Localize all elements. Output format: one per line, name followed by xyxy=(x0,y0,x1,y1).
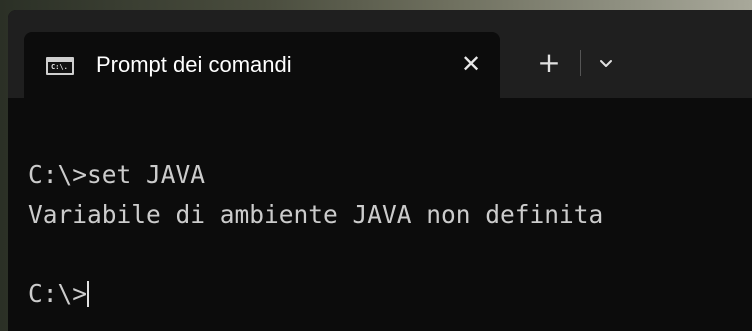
close-icon[interactable]: ✕ xyxy=(456,49,486,79)
cmd-icon: C:\. xyxy=(46,57,74,75)
tab-title: Prompt dei comandi xyxy=(96,52,292,77)
terminal-line-command: C:\>set JAVA xyxy=(28,160,206,189)
cmd-icon-label: C:\. xyxy=(51,63,68,71)
terminal-window: C:\. Prompt dei comandi ✕ + C:\>set JAVA… xyxy=(8,10,752,331)
chevron-down-icon[interactable] xyxy=(592,50,620,78)
terminal-output[interactable]: C:\>set JAVA Variabile di ambiente JAVA … xyxy=(8,98,752,331)
prompt-text: C:\> xyxy=(28,279,88,308)
terminal-line-prompt[interactable]: C:\> xyxy=(28,279,90,309)
tab-prompt-dei-comandi[interactable]: C:\. Prompt dei comandi ✕ xyxy=(24,32,500,98)
title-bar[interactable]: C:\. Prompt dei comandi ✕ + xyxy=(8,10,752,98)
plus-icon[interactable]: + xyxy=(532,46,566,80)
titlebar-divider xyxy=(580,50,581,76)
terminal-line-output: Variabile di ambiente JAVA non definita xyxy=(28,200,604,229)
text-cursor xyxy=(87,281,90,307)
